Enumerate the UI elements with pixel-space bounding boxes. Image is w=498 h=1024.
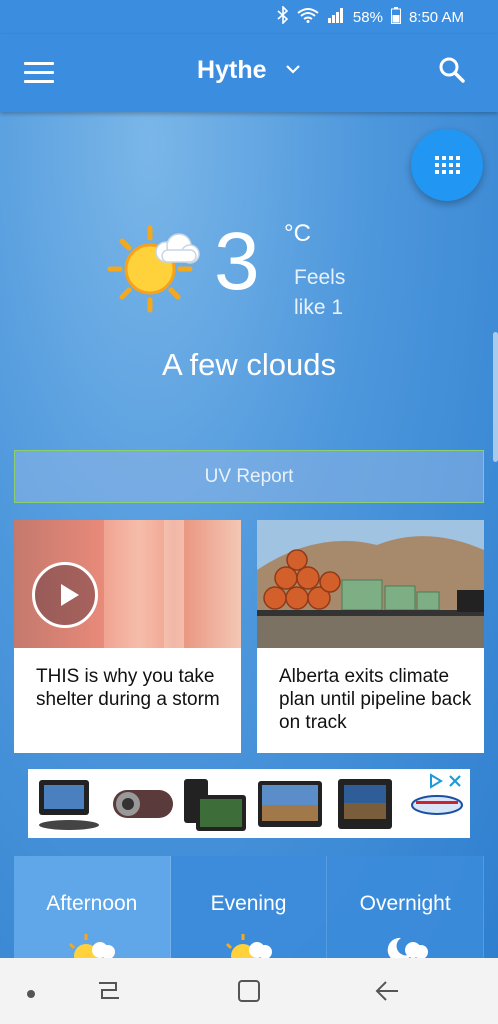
ad-product-image (184, 779, 246, 831)
tab-afternoon[interactable]: Afternoon (14, 856, 171, 958)
play-icon[interactable] (32, 562, 98, 628)
sun-cloud-icon (225, 934, 272, 958)
clock: 8:50 AM (408, 8, 464, 26)
signal-icon (327, 7, 345, 27)
news-headline: Alberta exits climate plan until pipelin… (279, 666, 472, 733)
temperature-unit: °C (284, 220, 311, 247)
battery-icon (390, 6, 401, 28)
bluetooth-icon (277, 5, 289, 28)
ad-product-image (258, 781, 322, 827)
news-card[interactable]: Alberta exits climate plan until pipelin… (257, 520, 484, 753)
news-video-thumbnail (14, 520, 241, 648)
tab-overnight[interactable]: Overnight (327, 856, 485, 958)
news-headline: THIS is why you take shelter during a st… (36, 666, 220, 710)
tab-label: Overnight (359, 892, 451, 915)
home-icon[interactable] (236, 978, 262, 1009)
ad-product-image (113, 790, 173, 818)
sun-cloud-icon (104, 224, 204, 319)
battery-percent: 58% (352, 8, 383, 26)
tab-label: Afternoon (46, 892, 138, 915)
dot-indicator-icon (26, 986, 36, 1004)
location-title: Hythe (197, 56, 267, 84)
wifi-icon (297, 7, 319, 27)
uv-report-button[interactable]: UV Report (14, 450, 484, 503)
tab-label: Evening (210, 892, 287, 915)
grid-icon (434, 156, 460, 174)
recents-icon[interactable] (96, 978, 122, 1009)
scrollbar[interactable] (493, 332, 498, 462)
moon-cloud-icon (387, 937, 429, 958)
ad-product-image (39, 780, 99, 830)
current-temperature: 3 (214, 216, 260, 307)
condition-text: A few clouds (161, 347, 337, 382)
chevron-down-icon (285, 61, 301, 79)
app-bar: Hythe (0, 34, 498, 112)
news-card[interactable]: THIS is why you take shelter during a st… (14, 520, 241, 753)
sun-cloud-icon (68, 934, 115, 958)
apps-grid-button[interactable] (411, 129, 483, 201)
status-bar: 58% 8:50 AM (0, 0, 498, 34)
feels-like: Feels like 1 (294, 266, 346, 319)
search-icon[interactable] (438, 56, 468, 86)
ad-product-image (338, 779, 392, 829)
ad-banner[interactable] (28, 769, 470, 838)
back-icon[interactable] (374, 978, 402, 1009)
adchoices-icon[interactable] (428, 773, 464, 789)
forecast-period-tabs: Afternoon Evening Overnight (14, 856, 485, 958)
tab-evening[interactable]: Evening (170, 856, 328, 958)
system-nav-bar (0, 958, 498, 1024)
news-photo-pipeline (257, 520, 484, 648)
location-selector[interactable]: Hythe (0, 56, 498, 85)
